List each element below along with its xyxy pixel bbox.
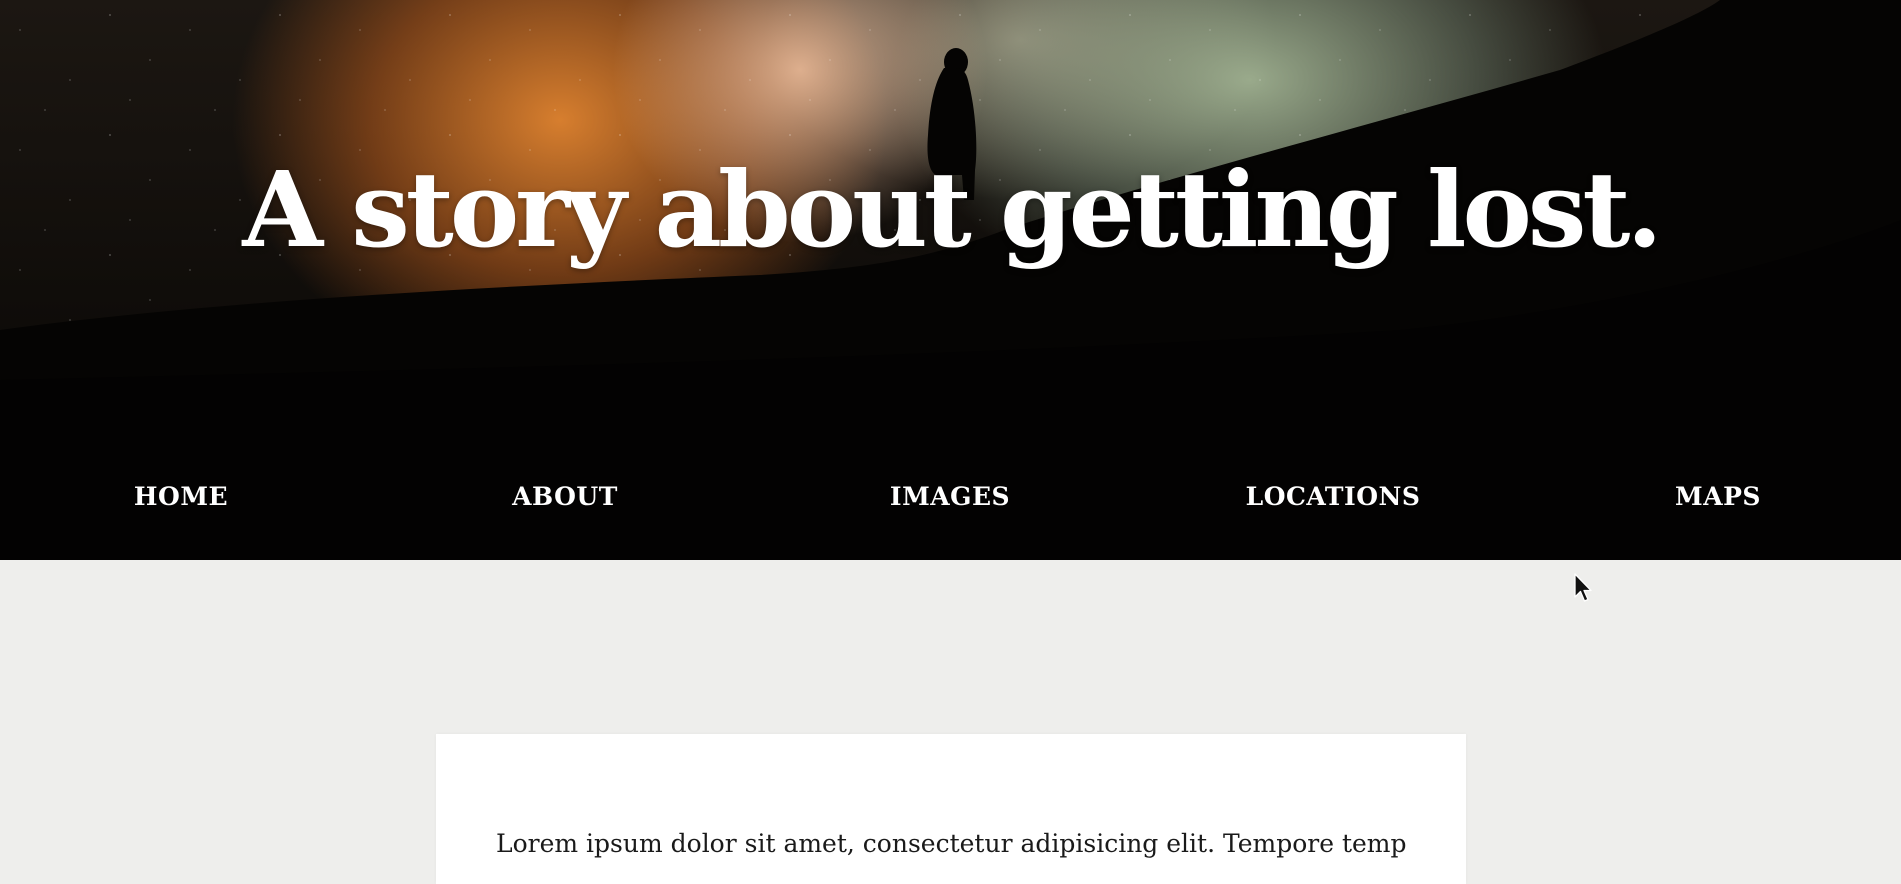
mouse-pointer-icon [1574,573,1592,602]
nav-item-locations[interactable]: LOCATIONS [1183,482,1483,511]
page-title: A story about getting lost. [242,148,1662,271]
article-paragraph: Lorem ipsum dolor sit amet, consectetur … [496,829,1406,858]
nav-item-about[interactable]: ABOUT [415,482,715,511]
nav-item-images[interactable]: IMAGES [800,482,1100,511]
article-card: Lorem ipsum dolor sit amet, consectetur … [436,734,1466,884]
nav-item-home[interactable]: HOME [31,482,331,511]
nav-item-maps[interactable]: MAPS [1568,482,1868,511]
main-nav: HOME ABOUT IMAGES LOCATIONS MAPS [0,460,1901,540]
